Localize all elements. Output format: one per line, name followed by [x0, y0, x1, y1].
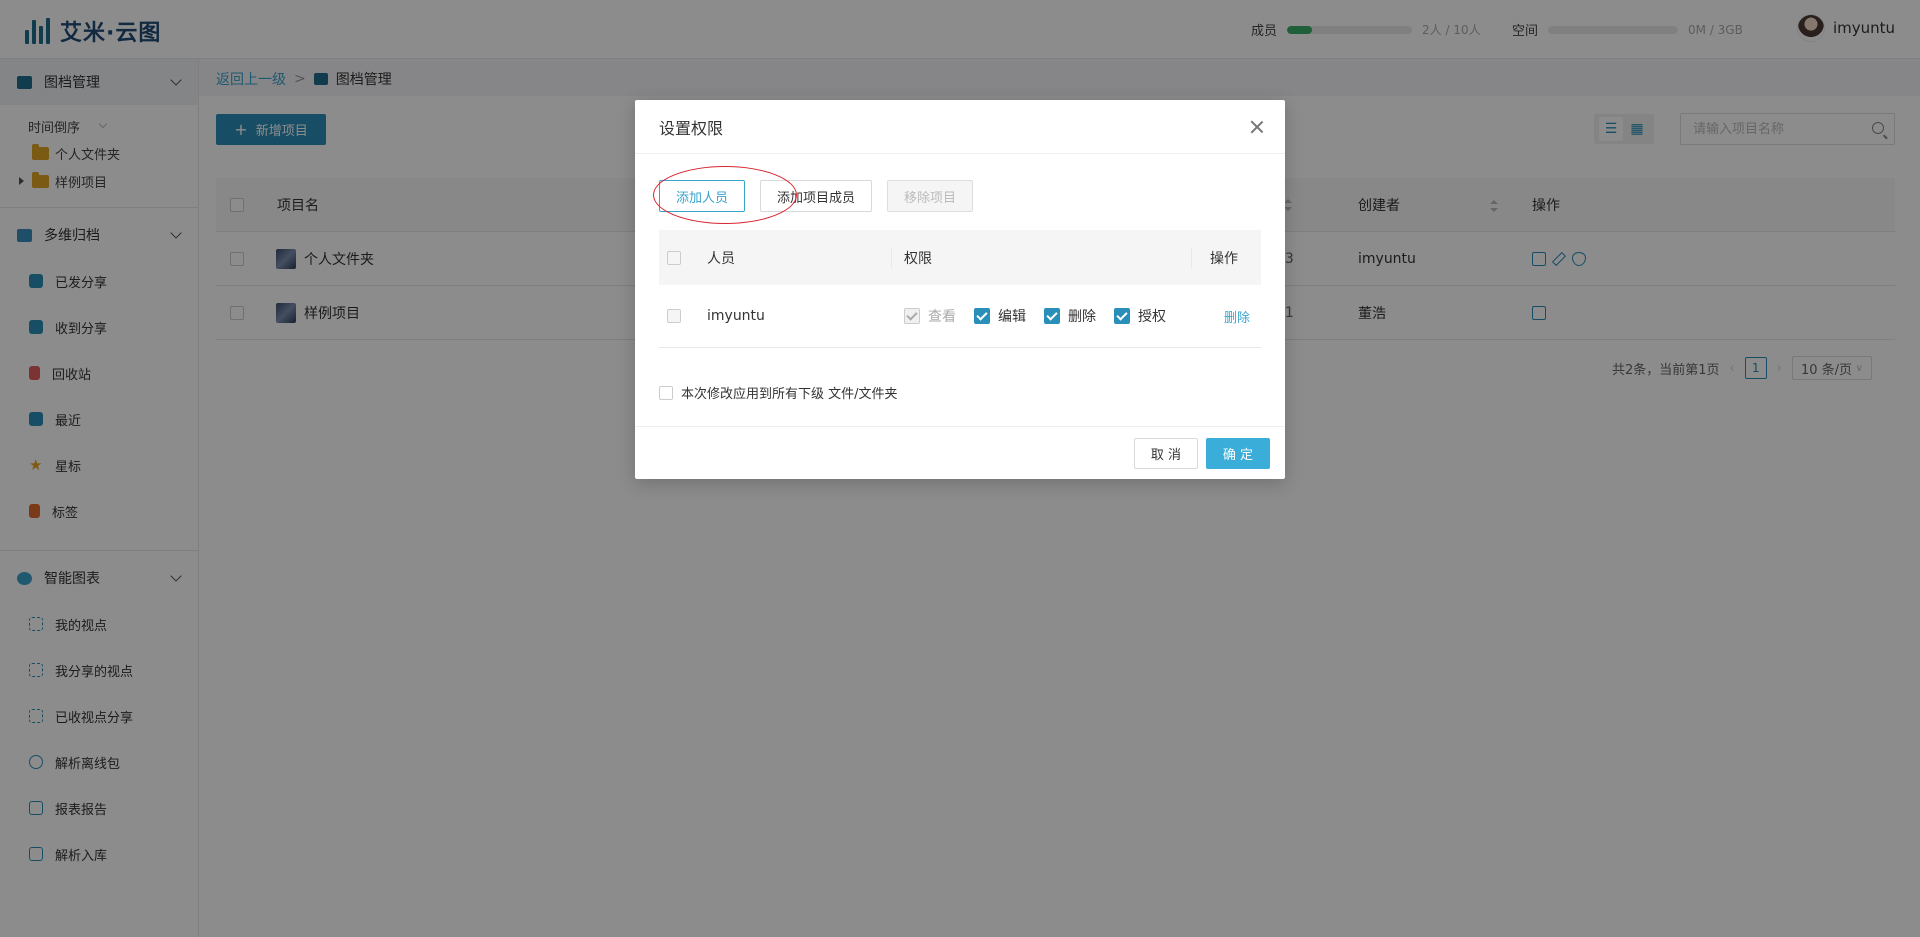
- apply-all-checkbox[interactable]: [659, 385, 673, 400]
- add-person-wrapper: 添加人员: [653, 166, 797, 224]
- select-all-checkbox[interactable]: [667, 250, 681, 265]
- column-header-ops: 操作: [1210, 250, 1238, 267]
- perm-grant-checkbox[interactable]: 授权: [1114, 306, 1166, 326]
- perm-label: 查看: [928, 309, 956, 325]
- check-icon: [904, 308, 920, 324]
- perm-label: 删除: [1068, 309, 1096, 325]
- perm-view-checkbox: 查看: [904, 306, 956, 326]
- perm-edit-checkbox[interactable]: 编辑: [974, 306, 1026, 326]
- close-icon[interactable]: [1247, 117, 1267, 137]
- remove-project-button[interactable]: 移除项目: [887, 180, 974, 212]
- check-icon: [974, 308, 990, 324]
- apply-all-label: 本次修改应用到所有下级 文件/文件夹: [681, 387, 898, 402]
- dialog-title: 设置权限: [659, 118, 724, 138]
- permission-user: imyuntu: [707, 308, 765, 324]
- column-header-permission: 权限: [892, 247, 1192, 268]
- perm-label: 编辑: [998, 309, 1026, 325]
- permission-dialog: 设置权限 添加人员 添加项目成员 移除项目 人员 权限 操作 imyuntu 查…: [635, 100, 1285, 479]
- check-icon: [1114, 308, 1130, 324]
- confirm-button[interactable]: 确 定: [1206, 438, 1270, 469]
- dialog-action-bar: 添加人员 添加项目成员 移除项目: [653, 166, 974, 224]
- apply-all-option[interactable]: 本次修改应用到所有下级 文件/文件夹: [659, 383, 898, 402]
- perm-label: 授权: [1138, 309, 1166, 325]
- permission-table: 人员 权限 操作 imyuntu 查看 编辑 删除 授权 删除: [659, 230, 1261, 348]
- cancel-button[interactable]: 取 消: [1134, 438, 1198, 469]
- row-delete-link[interactable]: 删除: [1224, 311, 1250, 326]
- dialog-footer: 取 消 确 定: [635, 426, 1285, 479]
- check-icon: [1044, 308, 1060, 324]
- permission-row: imyuntu 查看 编辑 删除 授权 删除: [659, 285, 1261, 348]
- permission-table-header: 人员 权限 操作: [659, 230, 1261, 285]
- permission-options: 查看 编辑 删除 授权: [892, 306, 1192, 326]
- perm-delete-checkbox[interactable]: 删除: [1044, 306, 1096, 326]
- row-checkbox[interactable]: [667, 309, 681, 323]
- dialog-header: 设置权限: [635, 100, 1285, 154]
- highlight-annotation: [653, 166, 797, 224]
- column-header-person: 人员: [707, 247, 892, 268]
